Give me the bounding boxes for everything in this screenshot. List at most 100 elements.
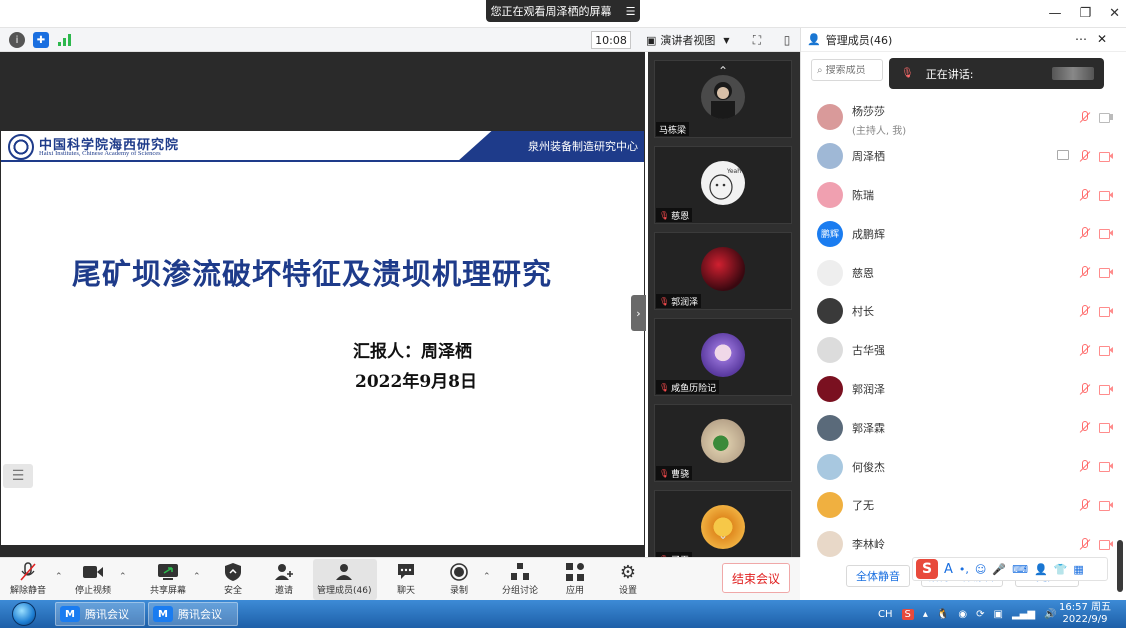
ime-keyboard-icon[interactable]: ⌨ bbox=[1012, 563, 1028, 576]
chevron-up-icon[interactable]: ⌃ bbox=[119, 572, 127, 582]
participant-row[interactable]: 村长 bbox=[801, 292, 1117, 331]
ime-punct-icon[interactable]: •, bbox=[959, 563, 969, 576]
mic-muted-icon[interactable] bbox=[1077, 537, 1091, 551]
ime-grid-icon[interactable]: ▦ bbox=[1073, 563, 1083, 576]
mic-muted-icon[interactable] bbox=[1077, 304, 1091, 318]
participant-row[interactable]: 杨莎莎 (主持人, 我) bbox=[801, 98, 1117, 137]
network-icon[interactable]: ▂▄▆ bbox=[1012, 609, 1035, 620]
mute-all-button[interactable]: 全体静音 bbox=[846, 565, 910, 587]
participant-row[interactable]: 郭润泽 bbox=[801, 370, 1117, 409]
camera-off-icon[interactable] bbox=[1099, 382, 1113, 396]
slide-list-icon[interactable]: ☰ bbox=[3, 464, 33, 488]
menu-icon[interactable]: ☰ bbox=[626, 5, 636, 18]
camera-off-icon[interactable] bbox=[1099, 226, 1113, 240]
mic-muted-icon[interactable] bbox=[1077, 110, 1091, 124]
share-screen-button[interactable]: 共享屏幕 bbox=[150, 561, 186, 596]
restore-icon[interactable]: ❐ bbox=[1079, 6, 1091, 21]
camera-off-icon[interactable] bbox=[1099, 343, 1113, 357]
video-tile[interactable]: Yeah 🎙 慈恩 bbox=[654, 146, 792, 224]
input-lang[interactable]: CH bbox=[878, 609, 893, 620]
ime-user-icon[interactable]: 👤 bbox=[1034, 563, 1048, 576]
tray-arrow-icon[interactable]: ▴ bbox=[923, 609, 928, 620]
info-icon[interactable]: i bbox=[9, 32, 25, 48]
device-icon[interactable]: ▣ bbox=[993, 609, 1002, 620]
camera-off-icon[interactable] bbox=[1099, 304, 1113, 318]
scroll-down-icon[interactable]: ⌄ bbox=[701, 527, 745, 543]
apps-button[interactable]: 应用 bbox=[564, 561, 586, 596]
end-meeting-button[interactable]: 结束会议 bbox=[722, 563, 790, 593]
participant-row[interactable]: 鹏辉 成鹏辉 bbox=[801, 214, 1117, 253]
system-clock[interactable]: 16:57 周五 2022/9/9 bbox=[1054, 602, 1116, 626]
taskbar-app-meeting[interactable]: M 腾讯会议 bbox=[55, 602, 145, 626]
mic-muted-icon[interactable] bbox=[1077, 226, 1091, 240]
video-tile[interactable]: ⌄ 🎙了无 bbox=[654, 490, 792, 557]
video-tile[interactable]: ⌃ 马栋梁 bbox=[654, 60, 792, 138]
participant-row[interactable]: 周泽栖 bbox=[801, 137, 1117, 176]
mic-muted-icon[interactable] bbox=[1077, 149, 1091, 163]
mic-muted-icon[interactable] bbox=[1077, 382, 1091, 396]
mic-muted-icon[interactable] bbox=[1077, 459, 1091, 473]
video-tile[interactable]: 🎙 咸鱼历险记 bbox=[654, 318, 792, 396]
ime-voice-icon[interactable]: 🎤 bbox=[992, 563, 1006, 576]
ime-lang-icon[interactable]: A bbox=[944, 562, 953, 577]
share-notice[interactable]: 您正在观看周泽栖的屏幕 ☰ bbox=[486, 0, 640, 22]
ime-emoji-icon[interactable]: ☺ bbox=[975, 563, 986, 576]
unmute-button[interactable]: 解除静音 bbox=[10, 561, 46, 596]
sidebar-toggle-icon[interactable]: ▯ bbox=[779, 32, 795, 48]
scroll-up-icon[interactable]: ⌃ bbox=[701, 63, 745, 79]
view-mode-select[interactable]: ▣ 演讲者视图 ▼ bbox=[646, 31, 738, 49]
shield-icon[interactable]: ✚ bbox=[33, 32, 49, 48]
camera-off-icon[interactable] bbox=[1099, 188, 1113, 202]
start-button[interactable] bbox=[2, 600, 46, 628]
sogou-logo-icon[interactable]: S bbox=[916, 559, 938, 579]
more-icon[interactable]: ⋯ bbox=[1075, 32, 1087, 46]
breakout-button[interactable]: 分组讨论 bbox=[502, 561, 538, 596]
camera-off-icon[interactable] bbox=[1099, 459, 1113, 473]
mic-muted-icon[interactable] bbox=[1077, 498, 1091, 512]
signal-icon[interactable] bbox=[57, 32, 73, 48]
ime-skin-icon[interactable]: 👕 bbox=[1054, 563, 1068, 576]
members-button[interactable]: 管理成员(46) bbox=[317, 561, 371, 596]
browser-icon[interactable]: ◉ bbox=[958, 609, 967, 620]
participant-row[interactable]: 了无 bbox=[801, 486, 1117, 525]
share-screen-label: 共享屏幕 bbox=[150, 586, 187, 596]
participant-row[interactable]: 慈恩 bbox=[801, 253, 1117, 292]
mic-muted-icon[interactable] bbox=[1077, 420, 1091, 434]
sync-icon[interactable]: ⟳ bbox=[976, 609, 984, 620]
mic-muted-icon[interactable] bbox=[1077, 343, 1091, 357]
chat-button[interactable]: 聊天 bbox=[395, 561, 417, 596]
stop-video-button[interactable]: 停止视频 bbox=[75, 561, 111, 596]
invite-button[interactable]: 邀请 bbox=[273, 561, 295, 596]
camera-off-icon[interactable] bbox=[1099, 498, 1113, 512]
camera-off-icon[interactable] bbox=[1099, 420, 1113, 434]
chevron-up-icon[interactable]: ⌃ bbox=[55, 572, 63, 582]
camera-off-icon[interactable] bbox=[1099, 537, 1113, 551]
close-icon[interactable]: ✕ bbox=[1109, 6, 1120, 21]
participant-row[interactable]: 何俊杰 bbox=[801, 447, 1117, 486]
settings-button[interactable]: ⚙ 设置 bbox=[617, 561, 639, 597]
sogou-tray-icon[interactable]: S bbox=[901, 608, 914, 620]
video-tile[interactable]: 🎙 曹骁 bbox=[654, 404, 792, 482]
security-button[interactable]: 安全 bbox=[222, 561, 244, 596]
camera-icon[interactable] bbox=[1099, 110, 1113, 124]
mic-muted-icon[interactable] bbox=[1077, 188, 1091, 202]
video-tile[interactable]: 🎙 郭润泽 bbox=[654, 232, 792, 310]
taskbar-app-meeting[interactable]: M 腾讯会议 bbox=[148, 602, 238, 626]
minimize-icon[interactable]: — bbox=[1048, 6, 1061, 21]
search-input[interactable] bbox=[825, 64, 876, 76]
participant-row[interactable]: 古华强 bbox=[801, 331, 1117, 370]
record-button[interactable]: 录制 bbox=[448, 561, 470, 596]
chevron-up-icon[interactable]: ⌃ bbox=[483, 572, 491, 582]
camera-off-icon[interactable] bbox=[1099, 149, 1113, 163]
chevron-up-icon[interactable]: ⌃ bbox=[193, 572, 201, 582]
mic-muted-icon[interactable] bbox=[1077, 265, 1091, 279]
qq-icon[interactable]: 🐧 bbox=[937, 609, 949, 620]
participant-row[interactable]: 陈瑞 bbox=[801, 176, 1117, 215]
close-panel-icon[interactable]: ✕ bbox=[1097, 32, 1107, 46]
participant-row[interactable]: 郭泽霖 bbox=[801, 408, 1117, 447]
camera-off-icon[interactable] bbox=[1099, 265, 1113, 279]
panel-scrollbar[interactable] bbox=[1117, 540, 1123, 592]
member-search[interactable]: ⌕ bbox=[811, 59, 883, 81]
fullscreen-icon[interactable]: ⛶ bbox=[749, 32, 765, 48]
collapse-tiles-button[interactable]: › bbox=[631, 295, 646, 331]
